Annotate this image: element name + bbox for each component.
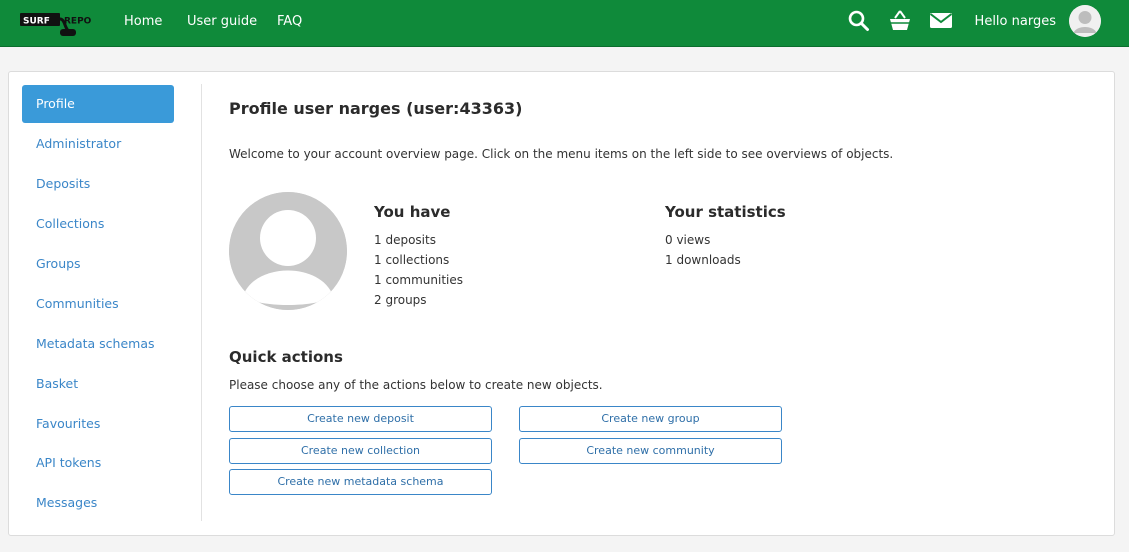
hello-prefix: Hello — [974, 14, 1008, 29]
sidebar-item-api-tokens[interactable]: API tokens — [22, 444, 174, 482]
mail-icon[interactable] — [928, 8, 954, 34]
sidebar-item-deposits[interactable]: Deposits — [22, 165, 174, 203]
page-title: Profile user narges (user:43363) — [229, 99, 523, 118]
you-have-heading: You have — [374, 203, 451, 221]
welcome-text: Welcome to your account overview page. C… — [229, 147, 894, 161]
quick-actions-title: Quick actions — [229, 348, 343, 366]
sidebar-divider — [201, 84, 202, 521]
user-avatar-icon — [1069, 5, 1101, 37]
create-deposit-button[interactable]: Create new deposit — [229, 406, 492, 432]
sidebar-item-basket[interactable]: Basket — [22, 365, 174, 403]
avatar[interactable] — [1069, 5, 1101, 37]
user-greeting: Hello narges — [975, 14, 1056, 29]
create-group-button[interactable]: Create new group — [519, 406, 782, 432]
sidebar-item-collections[interactable]: Collections — [22, 205, 174, 243]
sidebar-item-administrator[interactable]: Administrator — [22, 125, 174, 163]
statistics-heading: Your statistics — [665, 203, 786, 221]
nav-user-guide[interactable]: User guide — [187, 14, 257, 29]
logo-text-left: SURF — [23, 17, 50, 27]
stat-collections: 1 collections — [374, 253, 450, 267]
profile-card: Profile Administrator Deposits Collectio… — [8, 71, 1115, 536]
stat-downloads: 1 downloads — [665, 253, 741, 267]
profile-placeholder-icon — [229, 192, 347, 310]
basket-icon[interactable] — [887, 8, 913, 34]
profile-avatar — [229, 192, 347, 310]
sidebar-item-groups[interactable]: Groups — [22, 245, 174, 283]
sidebar-item-profile[interactable]: Profile — [22, 85, 174, 123]
sidebar-item-metadata-schemas[interactable]: Metadata schemas — [22, 325, 174, 363]
search-icon[interactable] — [846, 8, 872, 34]
create-metadata-schema-button[interactable]: Create new metadata schema — [229, 469, 492, 495]
sidebar: Profile Administrator Deposits Collectio… — [22, 85, 174, 524]
stat-groups: 2 groups — [374, 293, 427, 307]
sidebar-item-messages[interactable]: Messages — [22, 484, 174, 522]
create-collection-button[interactable]: Create new collection — [229, 438, 492, 464]
stat-communities: 1 communities — [374, 273, 463, 287]
logo-text-right: REPO — [64, 17, 92, 27]
username: narges — [1011, 14, 1056, 29]
create-community-button[interactable]: Create new community — [519, 438, 782, 464]
sidebar-item-favourites[interactable]: Favourites — [22, 405, 174, 443]
main-content: Profile user narges (user:43363) Welcome… — [229, 72, 1089, 532]
nav-faq[interactable]: FAQ — [277, 14, 302, 29]
sidebar-item-communities[interactable]: Communities — [22, 285, 174, 323]
top-navbar: SURF REPO Home User guide FAQ Hello narg… — [0, 0, 1129, 47]
stat-deposits: 1 deposits — [374, 233, 436, 247]
stat-views: 0 views — [665, 233, 711, 247]
nav-home[interactable]: Home — [124, 14, 162, 29]
quick-actions-subtitle: Please choose any of the actions below t… — [229, 378, 603, 392]
surfrepo-logo[interactable]: SURF REPO — [20, 10, 100, 38]
